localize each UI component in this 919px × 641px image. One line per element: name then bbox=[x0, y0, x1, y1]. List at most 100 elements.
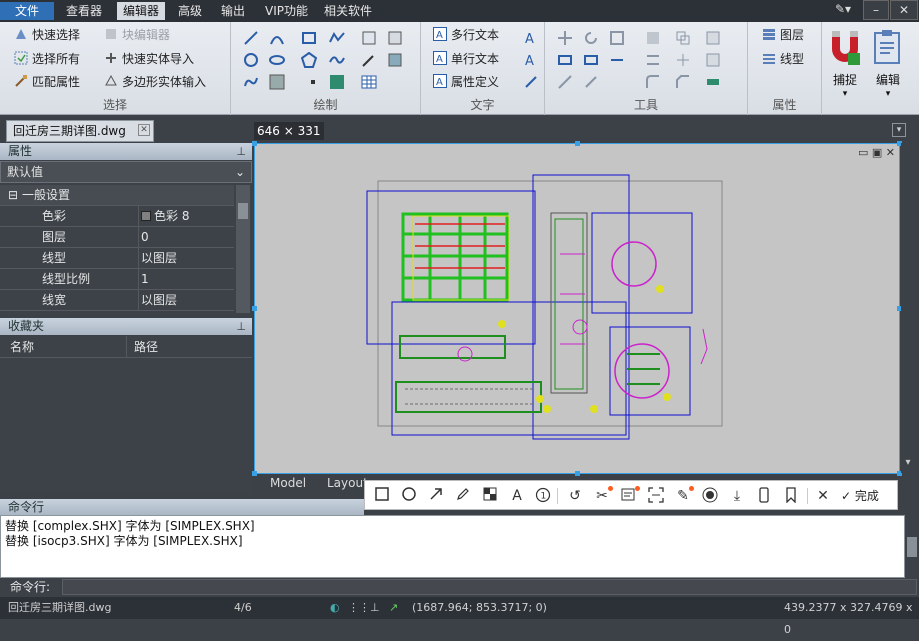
array-tool-icon[interactable] bbox=[705, 30, 721, 46]
edit-button[interactable]: 编辑 ▾ bbox=[868, 27, 908, 107]
scan-icon[interactable] bbox=[647, 487, 665, 505]
quick-select-button[interactable]: 快速选择 bbox=[14, 25, 80, 45]
chevron-down-icon[interactable]: ▾ bbox=[826, 89, 864, 99]
match-properties-button[interactable]: 匹配属性 bbox=[14, 72, 80, 92]
snap-toggle-icon[interactable]: ◐ bbox=[330, 597, 340, 619]
minimize-button[interactable]: – bbox=[863, 0, 889, 20]
block-editor-button[interactable]: 块编辑器 bbox=[104, 25, 170, 45]
text-icon[interactable]: A bbox=[508, 487, 526, 505]
arc-tool-icon[interactable] bbox=[269, 30, 285, 46]
join-tool-icon[interactable] bbox=[705, 52, 721, 68]
scroll-down-icon[interactable]: ▾ bbox=[901, 457, 915, 468]
close-tab-icon[interactable]: ✕ bbox=[138, 124, 150, 136]
scissors-icon[interactable]: ✂ bbox=[593, 486, 613, 505]
tab-model[interactable]: Model bbox=[270, 474, 306, 492]
number-marker-icon[interactable]: 1 bbox=[534, 487, 552, 505]
snap-button[interactable]: 捕捉 ▾ bbox=[826, 27, 864, 107]
property-row[interactable]: 线型 以图层 bbox=[0, 248, 234, 269]
quick-entity-import-button[interactable]: 快速实体导入 bbox=[104, 49, 194, 69]
menu-file[interactable]: 文件 bbox=[0, 2, 54, 20]
select-all-button[interactable]: 选择所有 bbox=[14, 49, 80, 69]
ocr-icon[interactable] bbox=[620, 486, 640, 505]
mirror-tool-icon[interactable] bbox=[645, 30, 661, 46]
trim-tool-icon[interactable] bbox=[583, 52, 599, 68]
pin-icon[interactable]: ⊥ bbox=[236, 318, 246, 335]
move-tool-icon[interactable] bbox=[557, 30, 573, 46]
property-row[interactable]: 线型比例 1 bbox=[0, 269, 234, 290]
resize-handle[interactable] bbox=[252, 471, 257, 476]
property-preset-select[interactable]: 默认值 ⌄ bbox=[0, 161, 252, 183]
property-group-row[interactable]: ⊟ 一般设置 bbox=[0, 185, 234, 206]
grid-toggle-icon[interactable]: ⋮⋮ bbox=[348, 597, 370, 619]
pin-to-screen-icon[interactable]: ✎ bbox=[674, 486, 694, 505]
column-path[interactable]: 路径 bbox=[134, 336, 158, 358]
extend-tool-icon[interactable] bbox=[609, 52, 625, 68]
polar-toggle-icon[interactable]: ↗ bbox=[389, 597, 398, 619]
polygon-entity-input-button[interactable]: 多边形实体输入 bbox=[104, 72, 206, 92]
point-tool-icon[interactable] bbox=[305, 74, 321, 90]
break-tool-icon[interactable] bbox=[557, 74, 573, 90]
properties-scrollbar[interactable] bbox=[236, 185, 250, 313]
pencil-icon[interactable] bbox=[454, 487, 472, 505]
pin-icon[interactable]: ⊥ bbox=[236, 143, 246, 160]
ortho-toggle-icon[interactable]: ⊥ bbox=[370, 597, 380, 619]
scale-tool-icon[interactable] bbox=[609, 30, 625, 46]
tab-list-chevron-icon[interactable]: ▾ bbox=[892, 123, 906, 137]
column-name[interactable]: 名称 bbox=[10, 336, 34, 358]
linetype-button[interactable]: 线型 bbox=[762, 49, 804, 69]
chevron-down-icon[interactable]: ▾ bbox=[868, 89, 908, 99]
property-row[interactable]: 图层 0 bbox=[0, 227, 234, 248]
attdef-button[interactable]: A 属性定义 bbox=[433, 72, 499, 92]
cancel-icon[interactable]: ✕ bbox=[814, 487, 832, 505]
record-icon[interactable] bbox=[701, 487, 719, 505]
command-log-scrollbar[interactable] bbox=[905, 515, 919, 578]
download-icon[interactable]: ⤓ bbox=[728, 487, 746, 505]
mosaic-icon[interactable] bbox=[481, 487, 499, 505]
text-find-icon[interactable] bbox=[523, 74, 539, 90]
document-tab[interactable]: 回迁房三期详图.dwg ✕ bbox=[6, 120, 154, 142]
command-input[interactable] bbox=[62, 579, 917, 595]
canvas-vertical-scrollbar[interactable]: ▾ bbox=[901, 143, 915, 473]
chamfer-tool-icon[interactable] bbox=[675, 74, 691, 90]
erase-tool-icon[interactable] bbox=[583, 74, 599, 90]
text-edit-icon[interactable]: A bbox=[523, 52, 539, 68]
table-tool-icon[interactable] bbox=[361, 74, 377, 90]
explode-tool-icon[interactable] bbox=[675, 52, 691, 68]
spline-tool-icon[interactable] bbox=[329, 52, 345, 68]
tab-layout[interactable]: Layout bbox=[327, 474, 368, 492]
measure-tool-icon[interactable] bbox=[705, 74, 721, 90]
image-insert-icon[interactable] bbox=[387, 52, 403, 68]
menu-vip[interactable]: VIP功能 bbox=[259, 2, 314, 20]
offset-tool-icon[interactable] bbox=[645, 52, 661, 68]
revcloud-tool-icon[interactable] bbox=[243, 74, 259, 90]
layer-button[interactable]: 图层 bbox=[762, 25, 804, 45]
scrollbar-thumb[interactable] bbox=[238, 203, 248, 219]
line-tool-icon[interactable] bbox=[243, 30, 259, 46]
pen-tool-icon[interactable] bbox=[361, 52, 377, 68]
stretch-tool-icon[interactable] bbox=[557, 52, 573, 68]
collapse-icon[interactable]: ⊟ bbox=[8, 185, 18, 206]
resize-handle[interactable] bbox=[252, 306, 257, 311]
menu-viewer[interactable]: 查看器 bbox=[60, 2, 108, 20]
circle-tool-icon[interactable] bbox=[243, 52, 259, 68]
menu-advanced[interactable]: 高级 bbox=[172, 2, 208, 20]
stext-button[interactable]: A 单行文本 bbox=[433, 49, 499, 69]
scrollbar-thumb[interactable] bbox=[907, 537, 917, 557]
polygon-tool-icon[interactable] bbox=[301, 52, 317, 68]
insert-block-icon[interactable] bbox=[361, 30, 377, 46]
resize-handle[interactable] bbox=[575, 141, 580, 146]
close-icon[interactable]: ✕ bbox=[890, 0, 918, 20]
region-tool-icon[interactable] bbox=[329, 74, 345, 90]
drawing-canvas[interactable]: ▭ ▣ ✕ bbox=[252, 141, 902, 476]
done-button[interactable]: ✓ 完成 bbox=[841, 487, 879, 505]
fillet-tool-icon[interactable] bbox=[645, 74, 661, 90]
property-row[interactable]: 线宽 以图层 bbox=[0, 290, 234, 311]
copy-tool-icon[interactable] bbox=[675, 30, 691, 46]
theme-dropdown-icon[interactable]: ✎▾ bbox=[830, 0, 856, 20]
mtext-button[interactable]: A 多行文本 bbox=[433, 25, 499, 45]
hatch-tool-icon[interactable] bbox=[269, 74, 285, 90]
rectangle-icon[interactable] bbox=[373, 487, 391, 505]
text-style-icon[interactable]: A bbox=[523, 30, 539, 46]
resize-handle[interactable] bbox=[575, 471, 580, 476]
menu-related-software[interactable]: 相关软件 bbox=[318, 2, 378, 20]
